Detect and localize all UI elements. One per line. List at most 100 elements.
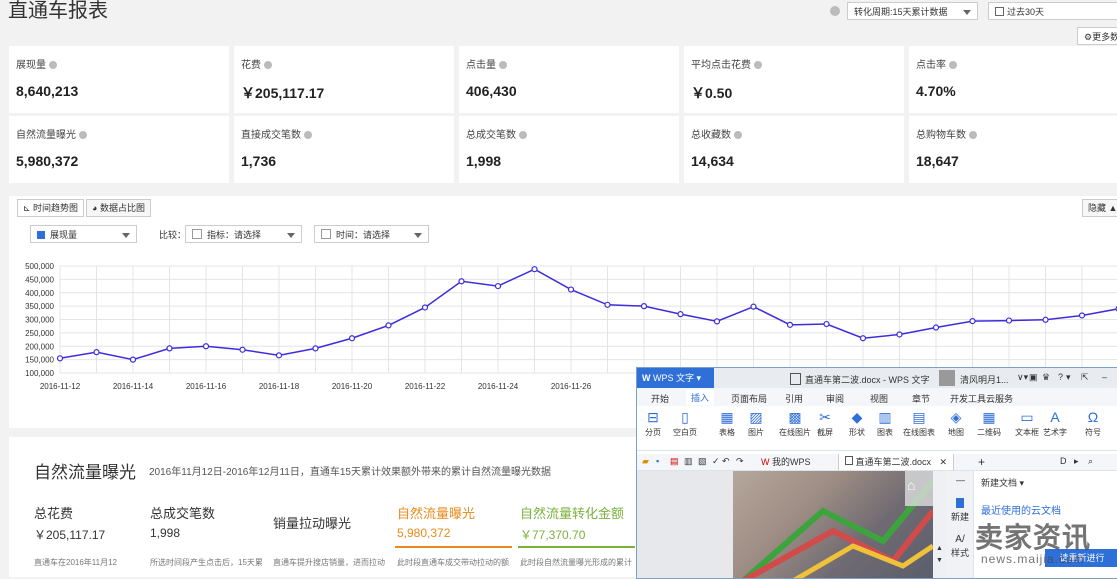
data-point[interactable] (750, 303, 757, 310)
side-style-button[interactable]: A/样式 (951, 534, 969, 559)
data-point[interactable] (640, 303, 648, 310)
stat-value: 5,980,372 (397, 526, 451, 540)
data-point[interactable] (458, 278, 465, 285)
new-doc-menu[interactable]: 新建文档 ▾ (981, 476, 1024, 489)
doc-tab-active[interactable]: 直通车第二波.docx ✕ (838, 454, 955, 470)
ribbon-item[interactable]: ▨ 图片 (748, 409, 764, 438)
menu-lines-icon[interactable]: — (956, 475, 965, 485)
stat-block: 总成交笔数 1,998 (150, 503, 215, 540)
data-point[interactable] (166, 345, 173, 352)
ribbon-tab[interactable]: 引用 (785, 392, 803, 405)
minimize-icon[interactable]: – (1102, 372, 1107, 382)
scroll-down-icon[interactable]: ▼ (936, 557, 943, 564)
ribbon-item[interactable]: ▦ 表格 (719, 409, 735, 438)
ribbon-item[interactable]: ▩ 在线图片 (779, 409, 811, 438)
skin-icon[interactable]: ▣ (1029, 372, 1038, 383)
data-point[interactable] (275, 352, 283, 359)
ribbon-item[interactable]: ✂ 截屏 (817, 409, 833, 438)
search-icon[interactable]: ⌕ (1088, 456, 1093, 467)
data-point[interactable] (713, 318, 721, 325)
y-tick-label: 400,000 (25, 289, 54, 298)
doc-icon (845, 456, 853, 465)
share-icon[interactable]: ▸ (1074, 456, 1079, 467)
print-icon[interactable]: ▥ (684, 456, 693, 467)
ribbon-tab[interactable]: 审阅 (826, 392, 844, 405)
side-new-button[interactable]: 新建 (951, 498, 969, 523)
user-chevron-icon[interactable]: ∨▾ (1017, 372, 1028, 383)
ribbon-tab[interactable]: 开始 (651, 392, 669, 405)
ribbon-item[interactable]: ▭ 文本框 (1015, 409, 1039, 438)
data-point[interactable] (129, 356, 137, 363)
ribbon-item[interactable]: ▤ 在线图表 (903, 409, 935, 438)
data-point[interactable] (604, 301, 611, 308)
data-point[interactable] (1042, 316, 1049, 323)
data-point[interactable] (1078, 312, 1086, 319)
chevron-down-icon[interactable]: ▾ (1066, 372, 1071, 383)
wps-user-name[interactable]: 清风明月1... (960, 373, 1009, 386)
data-point[interactable] (239, 346, 246, 353)
data-point[interactable] (896, 331, 903, 338)
ribbon-tab[interactable]: 插入 (686, 390, 715, 405)
ribbon-tab[interactable]: 云服务 (986, 392, 1013, 405)
data-point[interactable] (202, 343, 210, 350)
natural-traffic-panel: 自然流量曝光 2016年11月12日-2016年12月11日，直通车15天累计效… (9, 437, 649, 577)
data-point[interactable] (348, 335, 356, 342)
data-point[interactable] (823, 320, 830, 328)
doc-tab-my-wps[interactable]: W 我的WPS (755, 454, 817, 470)
doc-image: ⌂ (733, 471, 933, 578)
data-point[interactable] (494, 282, 502, 290)
ribbon-tab[interactable]: 视图 (870, 392, 888, 405)
recent-cloud-docs-link[interactable]: 最近使用的云文档 (981, 502, 1061, 517)
wps-app-menu[interactable]: W WPS 文字 ▾ (637, 368, 714, 388)
data-point[interactable] (312, 345, 319, 352)
redo-icon[interactable]: ↷ (736, 456, 744, 467)
wps-logo-icon: W (761, 457, 770, 467)
data-point[interactable] (932, 324, 940, 331)
undo-icon[interactable]: ↶ (722, 456, 730, 467)
check-icon[interactable]: ✓ (712, 456, 720, 467)
ribbon-item[interactable]: A 艺术字 (1043, 409, 1067, 438)
ribbon-tab[interactable]: 开发工具 (950, 392, 986, 405)
data-point[interactable] (93, 349, 100, 356)
scroll-up-icon[interactable]: ▲ (936, 545, 943, 552)
data-point[interactable] (385, 322, 392, 329)
ribbon-tab[interactable]: 页面布局 (731, 392, 767, 405)
data-point[interactable] (1005, 317, 1013, 324)
chevron-down-icon: ▾ (696, 373, 702, 383)
data-point[interactable] (421, 304, 429, 311)
data-point[interactable] (786, 321, 794, 328)
shirt-icon[interactable]: ♛ (1042, 372, 1050, 383)
data-point[interactable] (567, 286, 575, 293)
new-doc-label: 新建文档 (981, 478, 1018, 488)
stat-label: 自然流量曝光 (397, 506, 476, 521)
data-point[interactable] (969, 318, 976, 325)
chart-icon: ▥ (878, 409, 892, 425)
help-icon[interactable]: ? (1058, 372, 1063, 382)
ribbon-item[interactable]: ▦ 二维码 (977, 409, 1001, 438)
avatar[interactable] (939, 370, 955, 386)
home-icon[interactable]: ⌂ (907, 477, 915, 493)
data-point[interactable] (677, 311, 684, 318)
open-folder-icon[interactable]: ▰ (642, 456, 649, 467)
restore-icon[interactable]: ⇱ (1081, 372, 1089, 383)
pdf-icon[interactable]: ▤ (670, 456, 679, 467)
ribbon-item[interactable]: ⊟ 分页 (645, 409, 661, 438)
online-picture-icon: ▩ (788, 409, 802, 425)
ribbon-tab[interactable]: 章节 (912, 392, 930, 405)
scrollbar[interactable]: ▲ ▼ (933, 471, 947, 578)
ribbon-item[interactable]: ◈ 地图 (948, 409, 964, 438)
add-tab-icon[interactable]: + (978, 455, 985, 469)
sync-icon[interactable]: D (1060, 456, 1067, 466)
preview-icon[interactable]: ▧ (698, 456, 707, 467)
ribbon-item[interactable]: Ω 符号 (1085, 409, 1101, 438)
ribbon-item[interactable]: ◆ 形状 (849, 409, 865, 438)
ribbon-item-label: 地图 (948, 428, 964, 437)
data-point[interactable] (859, 335, 867, 342)
data-point[interactable] (531, 266, 538, 273)
ribbon-item[interactable]: ▯ 空白页 (673, 409, 697, 438)
ribbon-item-label: 图表 (877, 428, 893, 437)
ribbon-item[interactable]: ▥ 图表 (877, 409, 893, 438)
close-icon[interactable]: ✕ (940, 457, 948, 467)
save-icon[interactable]: ▪ (656, 456, 659, 466)
data-point[interactable] (56, 355, 64, 362)
